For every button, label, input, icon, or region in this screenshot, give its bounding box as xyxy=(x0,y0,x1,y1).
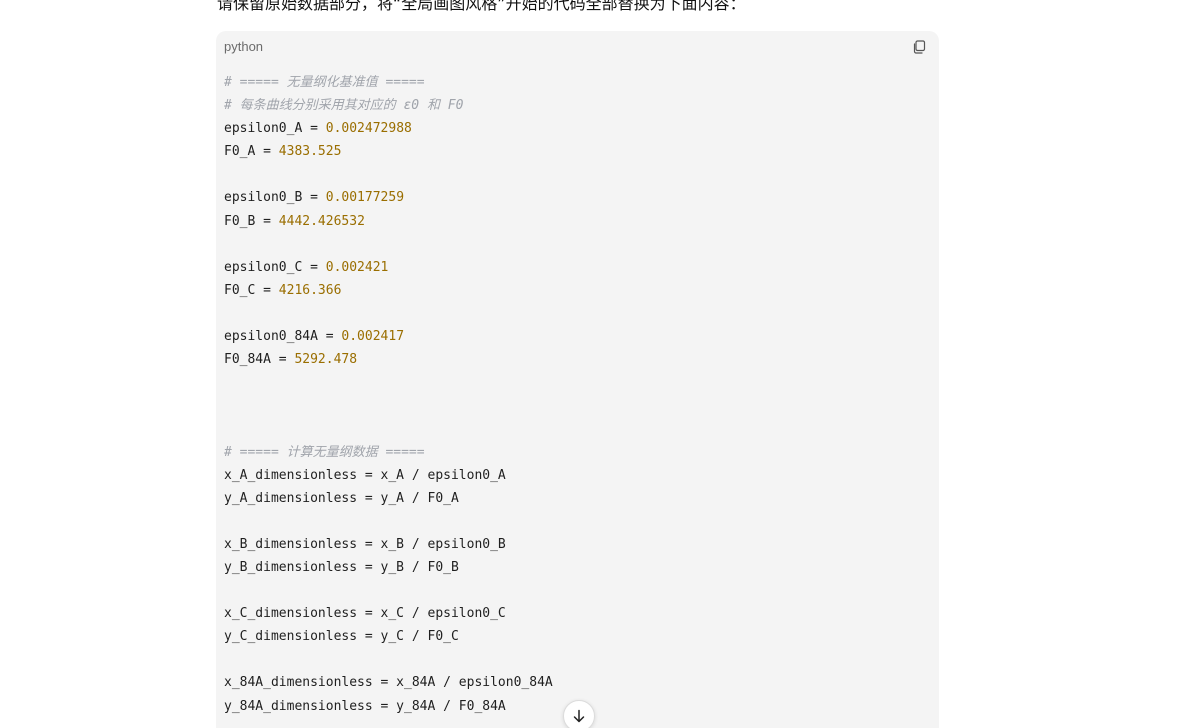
code-line: F0_84A = 5292.478 xyxy=(224,348,553,371)
code-text: x_84A_dimensionless = x_84A / epsilon0_8… xyxy=(224,675,553,691)
code-comment: # 每条曲线分别采用其对应的 ε0 和 F0 xyxy=(224,98,464,114)
code-line: x_A_dimensionless = x_A / epsilon0_A xyxy=(224,464,553,487)
code-number: 4216.366 xyxy=(278,282,342,298)
code-language-label: python xyxy=(224,39,264,54)
code-line: F0_C = 4216.366 xyxy=(224,279,553,302)
code-line: x_B_dimensionless = x_B / epsilon0_B xyxy=(224,533,553,556)
code-line: x_84A_dimensionless = x_84A / epsilon0_8… xyxy=(224,671,553,694)
code-line: # ===== 计算无量纲数据 ===== xyxy=(224,441,553,464)
code-line: # ===== 无量纲化基准值 ===== xyxy=(224,71,553,94)
copy-code-button[interactable] xyxy=(911,39,927,55)
code-text: epsilon0_C = xyxy=(224,259,326,275)
intro-text: 请保留原始数据部分，将“全局画图风格”开始的代码全部替换为下面内容： xyxy=(217,0,746,13)
code-lines: # ===== 无量纲化基准值 ===== # 每条曲线分别采用其对应的 ε0 和… xyxy=(224,71,553,718)
code-line: epsilon0_84A = 0.002417 xyxy=(224,325,553,348)
code-line: y_C_dimensionless = y_C / F0_C xyxy=(224,625,553,648)
code-line: F0_B = 4442.426532 xyxy=(224,210,553,233)
code-line: # 每条曲线分别采用其对应的 ε0 和 F0 xyxy=(224,94,553,117)
code-line: y_A_dimensionless = y_A / F0_A xyxy=(224,487,553,510)
code-text: epsilon0_B = xyxy=(224,190,326,206)
code-line: x_C_dimensionless = x_C / epsilon0_C xyxy=(224,602,553,625)
code-line: epsilon0_C = 0.002421 xyxy=(224,256,553,279)
code-text: y_C_dimensionless = y_C / F0_C xyxy=(224,629,459,645)
code-text: y_84A_dimensionless = y_84A / F0_84A xyxy=(224,698,506,714)
code-text: x_C_dimensionless = x_C / epsilon0_C xyxy=(224,606,506,622)
code-number: 4383.525 xyxy=(278,144,342,160)
code-line: epsilon0_A = 0.002472988 xyxy=(224,117,553,140)
code-line: y_B_dimensionless = y_B / F0_B xyxy=(224,556,553,579)
code-number: 4442.426532 xyxy=(278,213,365,229)
code-line: epsilon0_B = 0.00177259 xyxy=(224,186,553,209)
code-number: 0.00177259 xyxy=(325,190,405,206)
code-number: 0.002421 xyxy=(325,259,389,275)
code-text: x_A_dimensionless = x_A / epsilon0_A xyxy=(224,467,506,483)
code-number: 0.002417 xyxy=(341,329,405,345)
arrow-down-icon xyxy=(573,709,585,723)
code-text: F0_B = xyxy=(224,213,279,229)
code-text: x_B_dimensionless = x_B / epsilon0_B xyxy=(224,536,506,552)
copy-icon xyxy=(913,40,926,54)
code-text: F0_84A = xyxy=(224,352,295,368)
code-number: 0.002472988 xyxy=(325,121,412,137)
code-line: F0_A = 4383.525 xyxy=(224,140,553,163)
code-block: python # ===== 无量纲化基准值 ===== # 每条曲线分别采用其对… xyxy=(216,31,939,728)
code-text: epsilon0_84A = xyxy=(224,329,342,345)
code-comment: # ===== 计算无量纲数据 ===== xyxy=(224,444,425,460)
code-text: F0_C = xyxy=(224,282,279,298)
scroll-down-button[interactable] xyxy=(563,700,595,728)
code-text: y_A_dimensionless = y_A / F0_A xyxy=(224,490,459,506)
code-text: y_B_dimensionless = y_B / F0_B xyxy=(224,559,459,575)
code-number: 5292.478 xyxy=(294,352,358,368)
code-text: epsilon0_A = xyxy=(224,121,326,137)
code-line: y_84A_dimensionless = y_84A / F0_84A xyxy=(224,695,553,718)
code-text: F0_A = xyxy=(224,144,279,160)
code-comment: # ===== 无量纲化基准值 ===== xyxy=(224,75,425,90)
